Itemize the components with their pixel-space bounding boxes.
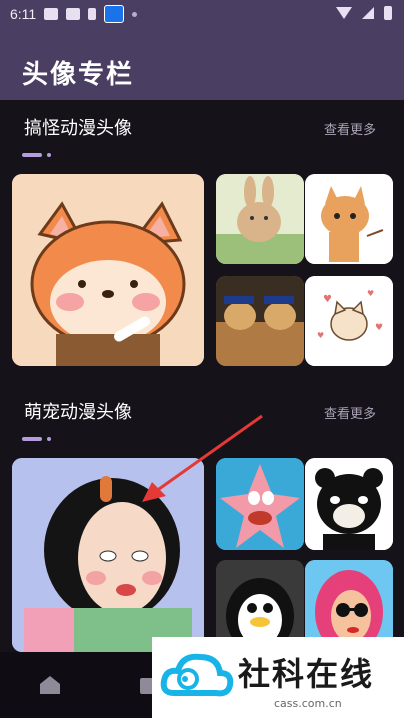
watermark-brand: 社科在线 (238, 655, 375, 693)
annotation-arrow (142, 414, 263, 502)
watermark-url: cass.com.cn (274, 697, 342, 710)
cloud-logo-icon (160, 653, 234, 697)
watermark-overlay: 社科在线 cass.com.cn (152, 637, 404, 718)
home-icon[interactable] (38, 674, 62, 696)
